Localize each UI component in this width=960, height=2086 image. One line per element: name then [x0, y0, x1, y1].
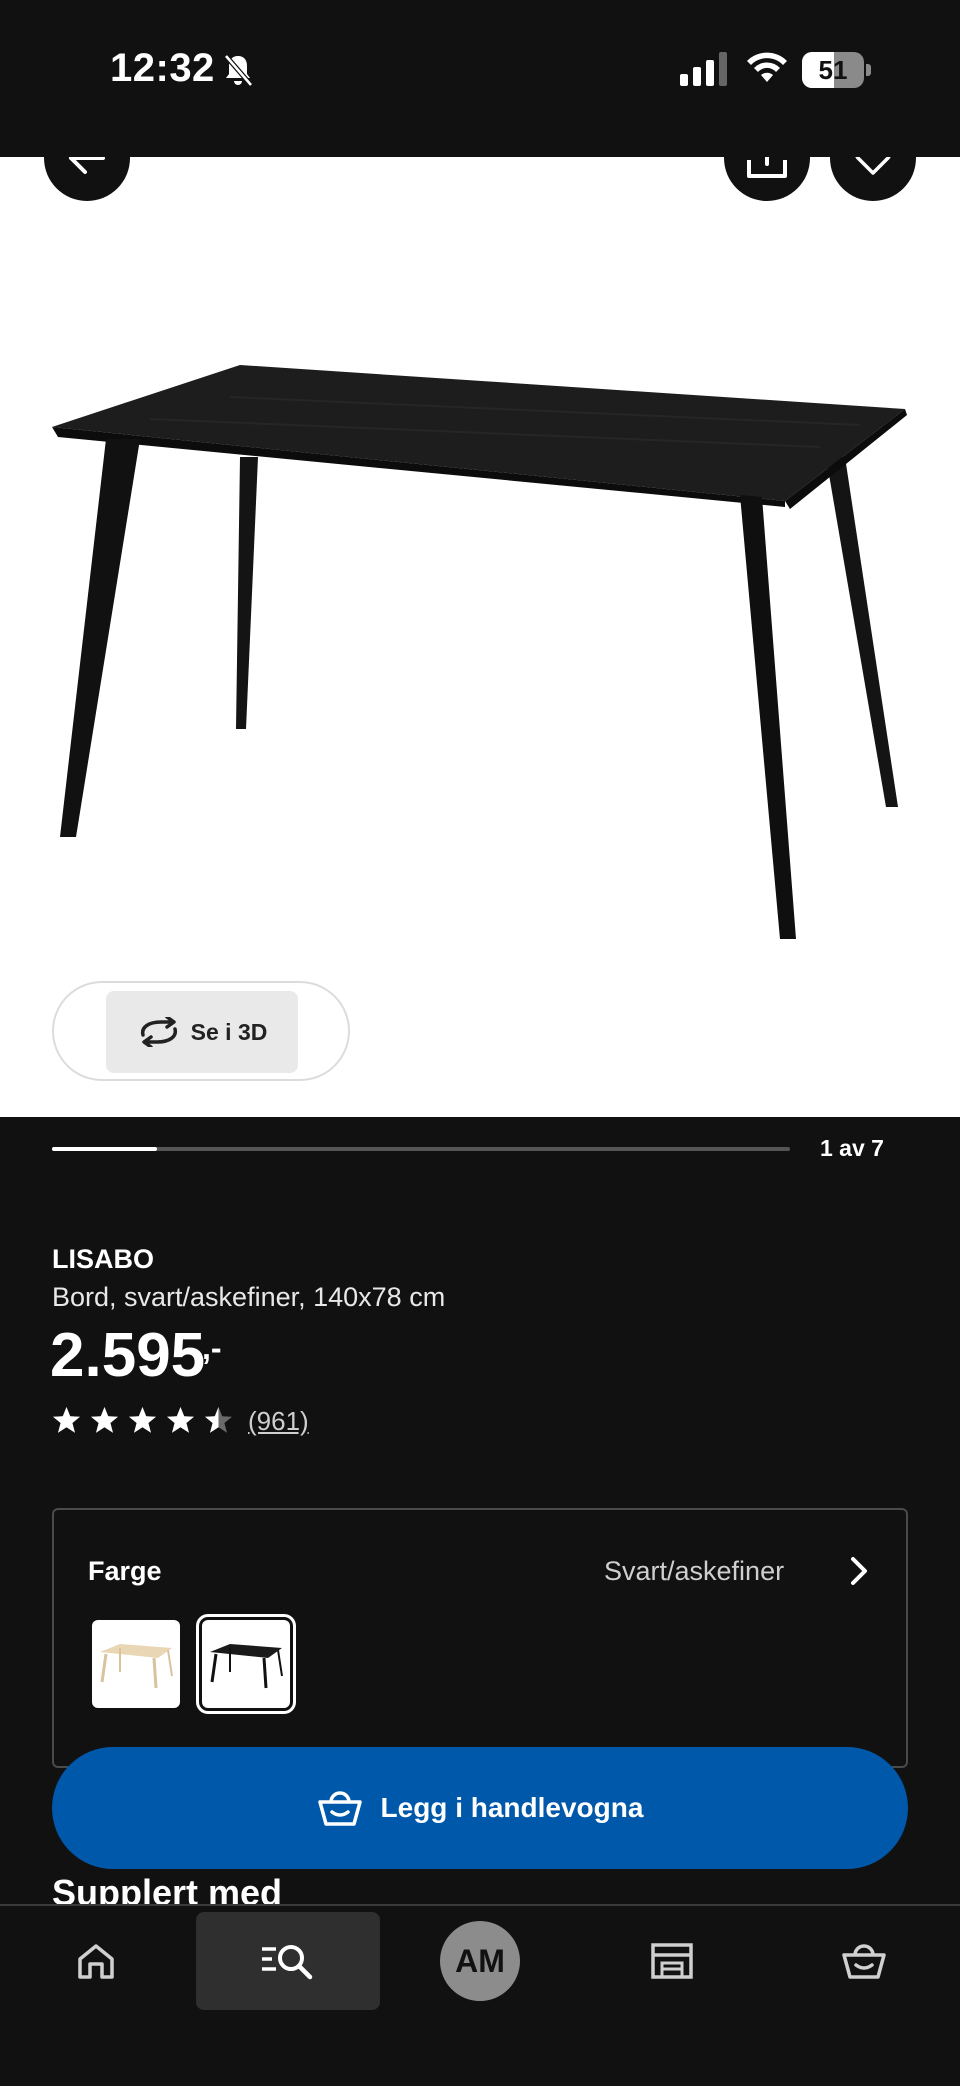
rotate-3d-icon: [140, 1017, 177, 1047]
store-icon: [651, 1943, 693, 1979]
tab-search[interactable]: [196, 1912, 380, 2010]
product-price: 2.595: [50, 1321, 206, 1390]
avatar: AM: [440, 1921, 520, 2001]
signal-icon: [680, 52, 727, 86]
share-icon: [747, 157, 787, 178]
view-3d-label: Se i 3D: [190, 1018, 268, 1045]
color-selector[interactable]: Farge Svart/askefiner: [52, 1508, 908, 1768]
battery-icon: 51: [802, 52, 872, 88]
star-icon: [53, 1407, 80, 1433]
product-name: LISABO: [52, 1244, 155, 1274]
color-value: Svart/askefiner: [604, 1556, 785, 1586]
arrow-left-icon: [69, 157, 105, 174]
price-suffix: ,-: [202, 1330, 222, 1366]
view-3d-container: Se i 3D: [52, 981, 350, 1081]
status-bar: 12:32 51: [0, 0, 960, 157]
star-icon: [205, 1407, 232, 1433]
gallery-counter: 1 av 7: [820, 1135, 884, 1161]
add-to-cart-label: Legg i handlevogna: [380, 1792, 644, 1823]
tab-cart[interactable]: [814, 1912, 914, 2010]
product-description: Bord, svart/askefiner, 140x78 cm: [52, 1282, 446, 1312]
view-3d-button[interactable]: Se i 3D: [106, 991, 298, 1073]
section-heading: Supplert med: [52, 1872, 283, 1904]
tab-account[interactable]: AM: [440, 1912, 520, 2010]
table-image: [52, 365, 907, 939]
light-ash-table-swatch[interactable]: [92, 1620, 180, 1708]
home-icon: [78, 1944, 114, 1979]
review-count-link[interactable]: (961): [248, 1406, 309, 1437]
product-image[interactable]: Se i 3D: [0, 157, 960, 1117]
cart-icon: [317, 1791, 362, 1826]
search-icon: [262, 1945, 313, 1980]
gallery-progress-fill: [52, 1147, 158, 1151]
color-label: Farge: [88, 1556, 162, 1586]
tab-home[interactable]: [46, 1912, 146, 2010]
add-to-cart-button[interactable]: Legg i handlevogna: [52, 1747, 908, 1869]
chevron-right-icon[interactable]: [848, 1554, 870, 1588]
wifi-icon: [747, 52, 787, 82]
battery-level: 51: [818, 55, 848, 85]
cart-icon: [842, 1944, 886, 1979]
black-table-swatch[interactable]: [196, 1614, 296, 1714]
star-icon: [167, 1407, 194, 1433]
bell-muted-icon: [224, 54, 253, 87]
gallery-progress: [52, 1147, 790, 1151]
status-time: 12:32: [110, 46, 215, 90]
rating-stars[interactable]: [52, 1406, 233, 1434]
tab-stores[interactable]: [622, 1912, 722, 2010]
bottom-navigation: AM: [0, 1904, 960, 2086]
heart-icon: [855, 157, 891, 175]
star-icon: [91, 1407, 118, 1433]
star-icon: [129, 1407, 156, 1433]
